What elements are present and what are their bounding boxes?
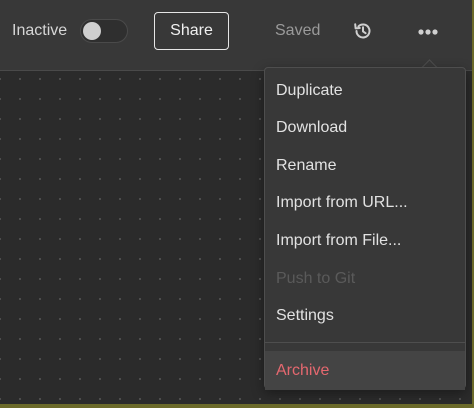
menu-item-rename[interactable]: Rename [265,147,465,184]
more-options-menu: Duplicate Download Rename Import from UR… [264,67,466,390]
menu-item-download[interactable]: Download [265,109,465,146]
menu-item-settings[interactable]: Settings [265,297,465,334]
history-icon[interactable] [352,20,374,42]
top-toolbar: Inactive Share Saved [0,0,472,71]
app-window: Inactive Share Saved Duplicate Download … [0,0,472,404]
menu-item-push-to-git: Push to Git [276,270,356,287]
menu-item-import-url[interactable]: Import from URL... [265,184,465,221]
save-status: Saved [275,22,321,39]
menu-item-archive[interactable]: Archive [265,351,465,390]
toggle-knob [83,22,101,40]
menu-divider [265,342,465,343]
active-toggle[interactable] [80,19,128,43]
more-options-icon[interactable] [416,22,440,40]
share-button[interactable]: Share [154,12,229,50]
menu-item-duplicate[interactable]: Duplicate [265,72,465,109]
active-status-label: Inactive [12,22,68,39]
menu-item-import-file[interactable]: Import from File... [265,222,465,259]
window-edge-bottom [0,404,474,408]
